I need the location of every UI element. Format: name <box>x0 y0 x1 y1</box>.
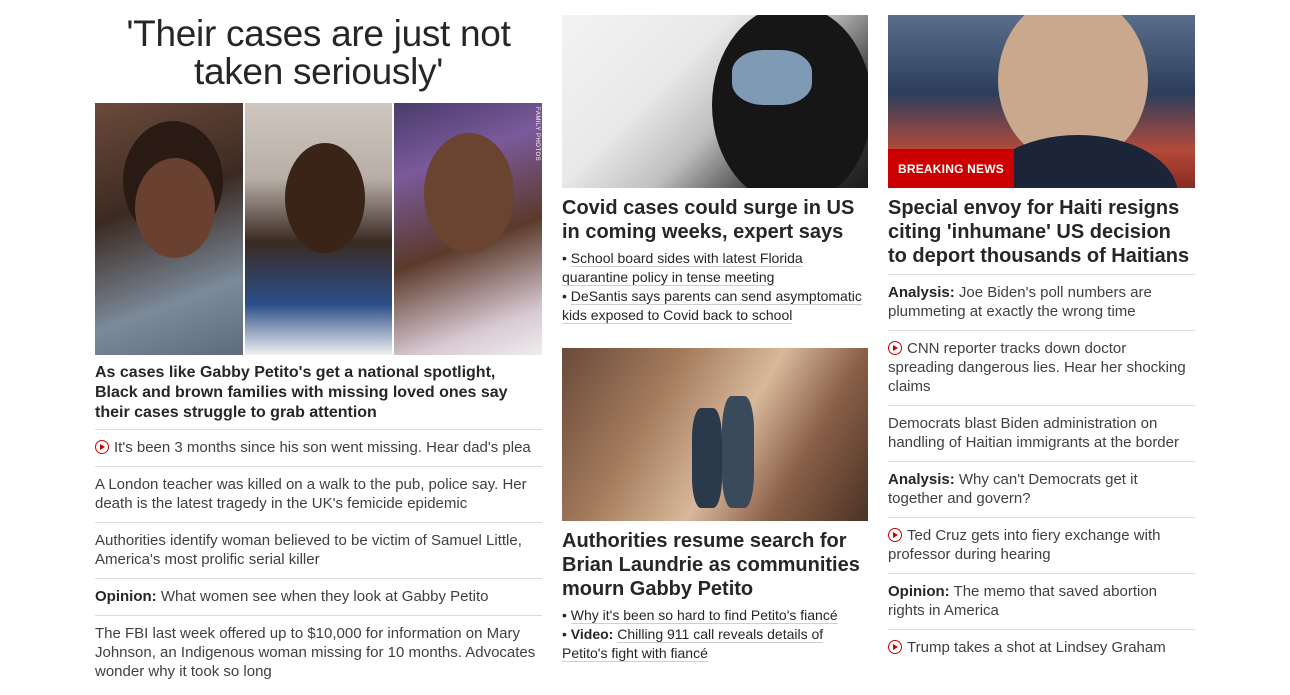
play-video-icon <box>888 341 902 355</box>
photo-credit: FAMILY PHOTOS <box>534 107 541 162</box>
sublink[interactable]: • School board sides with latest Florida… <box>562 249 868 287</box>
haiti-envoy-photo[interactable]: BREAKING NEWS <box>888 15 1195 188</box>
list-item[interactable]: Authorities identify woman believed to b… <box>95 522 542 578</box>
photo-man-suit <box>244 103 393 355</box>
haiti-headline[interactable]: Special envoy for Haiti resigns citing '… <box>888 196 1195 268</box>
laundrie-headline[interactable]: Authorities resume search for Brian Laun… <box>562 529 868 601</box>
breaking-news-badge: BREAKING NEWS <box>888 149 1014 188</box>
sublink[interactable]: • DeSantis says parents can send asympto… <box>562 287 868 325</box>
list-item[interactable]: The FBI last week offered up to $10,000 … <box>95 615 542 690</box>
label-analysis: Analysis: <box>888 284 955 301</box>
breaking-column: BREAKING NEWS Special envoy for Haiti re… <box>888 15 1195 666</box>
missing-people-photo[interactable]: FAMILY PHOTOS <box>95 103 542 355</box>
covid-sublinks: • School board sides with latest Florida… <box>562 249 868 325</box>
list-item[interactable]: Opinion: The memo that saved abortion ri… <box>888 573 1195 629</box>
feature-column: 'Their cases are just not taken seriousl… <box>95 15 542 690</box>
sublink[interactable]: • Video: Chilling 911 call reveals detai… <box>562 625 868 663</box>
covid-test-photo[interactable] <box>562 15 868 188</box>
list-item[interactable]: Analysis: Why can't Democrats get it tog… <box>888 461 1195 517</box>
play-video-icon <box>888 640 902 654</box>
breaking-list: Analysis: Joe Biden's poll numbers are p… <box>888 274 1195 666</box>
list-item[interactable]: Ted Cruz gets into fiery exchange with p… <box>888 517 1195 573</box>
feature-headline[interactable]: 'Their cases are just not taken seriousl… <box>95 15 542 91</box>
list-item[interactable]: It's been 3 months since his son went mi… <box>95 429 542 466</box>
photo-young-man: FAMILY PHOTOS <box>394 103 542 355</box>
covid-headline[interactable]: Covid cases could surge in US in coming … <box>562 196 868 244</box>
laundrie-sublinks: • Why it's been so hard to find Petito's… <box>562 606 868 663</box>
label-opinion: Opinion: <box>888 583 950 600</box>
list-item[interactable]: Opinion: What women see when they look a… <box>95 578 542 615</box>
label-opinion: Opinion: <box>95 588 157 605</box>
play-video-icon <box>888 528 902 542</box>
related-list: It's been 3 months since his son went mi… <box>95 429 542 690</box>
list-item[interactable]: CNN reporter tracks down doctor spreadin… <box>888 330 1195 405</box>
play-video-icon <box>95 440 109 454</box>
petito-canyon-photo[interactable] <box>562 348 868 521</box>
photo-woman <box>95 103 243 355</box>
list-item[interactable]: A London teacher was killed on a walk to… <box>95 466 542 522</box>
label-video: Video: <box>570 626 614 642</box>
feature-lead-headline[interactable]: As cases like Gabby Petito's get a natio… <box>95 363 542 423</box>
middle-column: Covid cases could surge in US in coming … <box>562 15 868 663</box>
list-item[interactable]: Trump takes a shot at Lindsey Graham <box>888 629 1195 666</box>
list-item[interactable]: Analysis: Joe Biden's poll numbers are p… <box>888 274 1195 330</box>
label-analysis: Analysis: <box>888 471 955 488</box>
sublink[interactable]: • Why it's been so hard to find Petito's… <box>562 606 868 625</box>
list-item[interactable]: Democrats blast Biden administration on … <box>888 405 1195 461</box>
